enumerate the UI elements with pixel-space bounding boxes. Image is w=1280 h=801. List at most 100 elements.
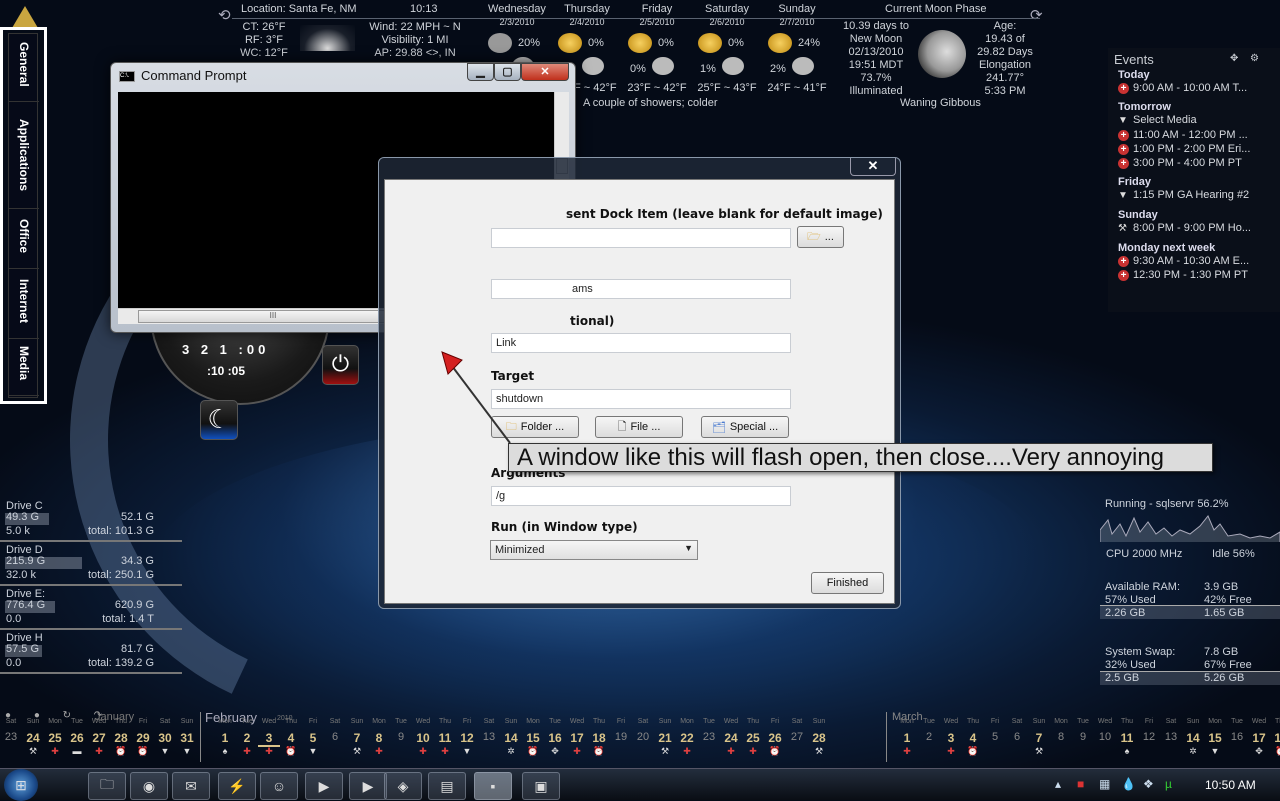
- taskbar-thunderbird-button[interactable]: ✉: [172, 772, 210, 800]
- event-item[interactable]: +9:00 AM - 10:00 AM T...: [1118, 81, 1280, 95]
- taskbar-messenger-button[interactable]: ☺: [260, 772, 298, 800]
- network-icon[interactable]: ▦: [1099, 777, 1110, 791]
- browse-image-button[interactable]: 🗁...: [797, 226, 844, 248]
- dropbox-icon[interactable]: ❖: [1143, 777, 1154, 791]
- power-icon[interactable]: ⏻: [322, 345, 359, 385]
- calendar-day[interactable]: Fri 5 ▼: [302, 708, 324, 768]
- name-input[interactable]: ams: [491, 279, 791, 299]
- taskbar-firefox-button[interactable]: ◉: [130, 772, 168, 800]
- calendar-day[interactable]: Sun 7 ⚒: [1028, 708, 1050, 768]
- calendar-day[interactable]: Tue 2: [918, 708, 940, 768]
- calendar-day[interactable]: Wed 27 ✚: [88, 708, 110, 768]
- maximize-button[interactable]: ▢: [494, 63, 521, 81]
- calendar-day[interactable]: Thu 18⏰: [588, 708, 610, 768]
- image-path-input[interactable]: [491, 228, 791, 248]
- arguments-input[interactable]: /g: [491, 486, 791, 506]
- calendar-day[interactable]: Tue 9: [1072, 708, 1094, 768]
- event-item[interactable]: +1:00 PM - 2:00 PM Eri...: [1118, 142, 1280, 156]
- event-item[interactable]: ⚒ 8:00 PM - 9:00 PM Ho...: [1118, 221, 1280, 236]
- calendar-day[interactable]: Mon 15 ⏰: [522, 708, 544, 768]
- calendar-day[interactable]: Sat 13: [1160, 708, 1182, 768]
- water-drop-icon[interactable]: 💧: [1121, 777, 1136, 791]
- finished-button[interactable]: Finished: [811, 572, 884, 594]
- calendar-day[interactable]: Wed 3 ✚: [940, 708, 962, 768]
- calendar-day[interactable]: Sat 27: [786, 708, 808, 768]
- sleep-moon-icon[interactable]: ☾: [200, 400, 238, 440]
- calendar-day[interactable]: Sun 28 ⚒: [808, 708, 830, 768]
- calendar-day[interactable]: Sun 24 ⚒: [22, 708, 44, 768]
- calendar-day[interactable]: Wed 17 ✥: [1248, 708, 1270, 768]
- calendar-day[interactable]: Sun 7 ⚒: [346, 708, 368, 768]
- calendar-day[interactable]: Sat 13: [478, 708, 500, 768]
- taskbar-video-player-button[interactable]: ▶: [349, 772, 387, 800]
- special-button[interactable]: 🗂 Special ...: [701, 416, 789, 438]
- calendar-day[interactable]: Tue 9: [390, 708, 412, 768]
- minimize-button[interactable]: ▁: [467, 63, 494, 81]
- antivirus-icon[interactable]: ■: [1077, 777, 1084, 791]
- calendar-day[interactable]: Mon 8 ✚: [368, 708, 390, 768]
- calendar-day[interactable]: Fri 29 ⏰: [132, 708, 154, 768]
- calendar-day[interactable]: Sat 30 ▼: [154, 708, 176, 768]
- taskbar-command-prompt-button[interactable]: ▪: [474, 772, 512, 800]
- calendar-day[interactable]: Wed 17 ✚: [566, 708, 588, 768]
- calendar-day[interactable]: Wed 10 ✚: [412, 708, 434, 768]
- dock-tab-internet[interactable]: Internet: [9, 279, 39, 339]
- calendar-day[interactable]: Wed 10: [1094, 708, 1116, 768]
- calendar-day[interactable]: Sat 23: [0, 708, 22, 768]
- calendar-day[interactable]: Tue 23: [698, 708, 720, 768]
- calendar-day[interactable]: Sun 31 ▼: [176, 708, 198, 768]
- close-button[interactable]: ✕: [521, 63, 569, 81]
- event-item[interactable]: +11:00 AM - 12:00 PM ...: [1118, 128, 1280, 142]
- refresh-icon[interactable]: ⟲: [218, 6, 231, 24]
- calendar-day[interactable]: Fri 12: [1138, 708, 1160, 768]
- taskbar-game-button[interactable]: ◈: [384, 772, 422, 800]
- calendar-day[interactable]: Thu 28 ⏰: [110, 708, 132, 768]
- calendar-day[interactable]: Thu 11 ✚: [434, 708, 456, 768]
- type-input[interactable]: Link: [491, 333, 791, 353]
- calendar-day[interactable]: Fri 19: [610, 708, 632, 768]
- target-input[interactable]: shutdown: [491, 389, 791, 409]
- calendar-day[interactable]: Sun 14 ✲: [500, 708, 522, 768]
- event-item[interactable]: +9:30 AM - 10:30 AM E...: [1118, 254, 1280, 268]
- event-item[interactable]: ▼ 1:15 PM GA Hearing #2: [1118, 188, 1280, 203]
- utorrent-icon[interactable]: µ: [1165, 777, 1172, 791]
- window-type-select[interactable]: Minimized ▼: [490, 540, 698, 560]
- dock-tab-applications[interactable]: Applications: [9, 119, 39, 209]
- calendar-day[interactable]: Thu 4 ⏰: [962, 708, 984, 768]
- calendar-day[interactable]: Tue 26 ▬: [66, 708, 88, 768]
- taskbar-notepad-button[interactable]: ▤: [428, 772, 466, 800]
- taskbar-remote-desktop-button[interactable]: ▣: [522, 772, 560, 800]
- taskbar-media-player-button[interactable]: ▶: [305, 772, 343, 800]
- calendar-day[interactable]: Sat 20: [632, 708, 654, 768]
- event-item[interactable]: +3:00 PM - 4:00 PM PT: [1118, 156, 1280, 170]
- calendar-day[interactable]: Wed 3 ✚: [258, 708, 280, 768]
- calendar-day[interactable]: Thu 25 ✚: [742, 708, 764, 768]
- dock-tab-general[interactable]: General: [9, 42, 39, 102]
- calendar-day[interactable]: Fri 5: [984, 708, 1006, 768]
- calendar-day[interactable]: Tue 16: [1226, 708, 1248, 768]
- taskbar-explorer-button[interactable]: 🗀: [88, 772, 126, 800]
- calendar-day[interactable]: Fri 12 ▼: [456, 708, 478, 768]
- dock-triangle-icon[interactable]: [12, 6, 38, 28]
- show-hidden-icon[interactable]: ▴: [1055, 777, 1061, 791]
- file-button[interactable]: 🗋 File ...: [595, 416, 683, 438]
- calendar-day[interactable]: Thu 4 ⏰: [280, 708, 302, 768]
- calendar-day[interactable]: Mon 15 ▼: [1204, 708, 1226, 768]
- calendar-day[interactable]: Sat 6: [324, 708, 346, 768]
- calendar-day[interactable]: Tue 2 ✚: [236, 708, 258, 768]
- dock-tab-media[interactable]: Media: [9, 346, 39, 396]
- calendar-day[interactable]: Mon 8: [1050, 708, 1072, 768]
- calendar-day[interactable]: Tue 16 ✥: [544, 708, 566, 768]
- dock-tab-office[interactable]: Office: [9, 219, 39, 269]
- start-button-windows-icon[interactable]: ⊞: [4, 769, 38, 801]
- calendar-day[interactable]: Mon 22 ✚: [676, 708, 698, 768]
- drag-handle-icon[interactable]: ✥: [1230, 53, 1238, 64]
- calendar-day[interactable]: Thu 11 ♠: [1116, 708, 1138, 768]
- calendar-day[interactable]: Mon 1 ✚: [896, 708, 918, 768]
- calendar-day[interactable]: Fri 26 ⏰: [764, 708, 786, 768]
- calendar-day[interactable]: Sun 14 ✲: [1182, 708, 1204, 768]
- event-item[interactable]: +12:30 PM - 1:30 PM PT: [1118, 268, 1280, 282]
- calendar-day[interactable]: Mon 1 ♠: [214, 708, 236, 768]
- calendar-day[interactable]: Sat 6: [1006, 708, 1028, 768]
- settings-icon[interactable]: ⚙: [1250, 53, 1259, 64]
